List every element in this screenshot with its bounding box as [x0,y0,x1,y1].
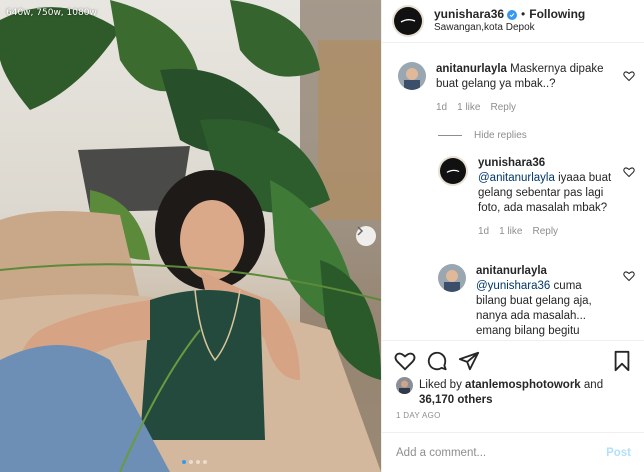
carousel-dots [182,460,207,464]
carousel-dot [189,460,193,464]
hide-replies-button[interactable]: Hide replies [438,130,527,141]
post-side-panel: yunishara36 • Following Sawangan,kota De… [381,0,644,472]
commenter-avatar[interactable] [438,264,466,292]
post-header: yunishara36 • Following Sawangan,kota De… [382,0,644,43]
comment-username[interactable]: anitanurlayla [476,265,547,277]
comment-time: 1d [478,226,490,237]
post-location[interactable]: Sawangan,kota Depok [434,22,585,35]
like-heart-icon[interactable] [394,350,416,372]
post-comment-button[interactable]: Post [606,447,631,459]
reply-item: yunishara36 @anitanurlayla iyaaa buat ge… [438,156,613,239]
share-send-icon[interactable] [458,350,480,372]
comments-list[interactable]: anitanurlayla Maskernya dipake buat gela… [382,44,644,340]
save-bookmark-icon[interactable] [611,350,633,372]
following-button[interactable]: Following [529,7,585,22]
photo-illustration [0,0,381,472]
comment-mention[interactable]: @yunishara36 [476,280,550,292]
liker-username[interactable]: atanlemosphotowork [465,379,581,391]
hide-replies-label: Hide replies [474,130,527,141]
comment-reply-button[interactable]: Reply [532,224,558,239]
chevron-right-icon [357,226,364,236]
carousel-dot [196,460,200,464]
comment-username[interactable]: yunishara36 [478,157,545,169]
reply-item: anitanurlayla @yunishara36 cuma bilang b… [438,264,613,339]
liked-by-others[interactable]: 36,170 others [419,394,493,406]
comment-item: anitanurlayla Maskernya dipake buat gela… [398,62,608,115]
post-actions-bar [382,340,644,380]
heart-icon[interactable] [623,70,635,82]
comment-likes[interactable]: 1 like [457,100,480,115]
author-avatar[interactable] [392,5,424,37]
hide-replies-line [438,135,462,136]
header-separator: • [521,7,526,22]
add-comment-bar: Post [382,432,644,472]
brand-logo-icon [400,19,416,23]
comment-mention[interactable]: @anitanurlayla [478,172,555,184]
comment-time: 1d [436,102,448,113]
carousel-dot [203,460,207,464]
commenter-avatar[interactable] [398,62,426,90]
reply-author-avatar[interactable] [438,156,468,186]
brand-logo-icon [446,169,460,173]
liked-by-prefix: Liked by [419,379,462,391]
heart-icon[interactable] [623,166,635,178]
add-comment-input[interactable] [396,446,607,459]
comment-username[interactable]: anitanurlayla [436,63,507,75]
comment-reply-button[interactable]: Reply [490,100,516,115]
liked-by-and: and [583,379,604,391]
liked-by-summary: Liked by atanlemosphotowork and 36,170 o… [396,377,636,408]
comment-likes[interactable]: 1 like [499,224,522,239]
carousel-dot [182,460,186,464]
verified-badge-icon [507,9,518,20]
post-date[interactable]: 1 DAY AGO [396,411,441,420]
author-username[interactable]: yunishara36 [434,7,504,22]
comment-bubble-icon[interactable] [426,350,448,372]
heart-icon[interactable] [623,270,635,282]
photo-size-watermark: 640w, 750w, 1080w [6,8,97,18]
carousel-next-button[interactable] [356,226,376,246]
liker-avatar[interactable] [396,377,413,394]
post-photo[interactable]: 640w, 750w, 1080w [0,0,381,472]
